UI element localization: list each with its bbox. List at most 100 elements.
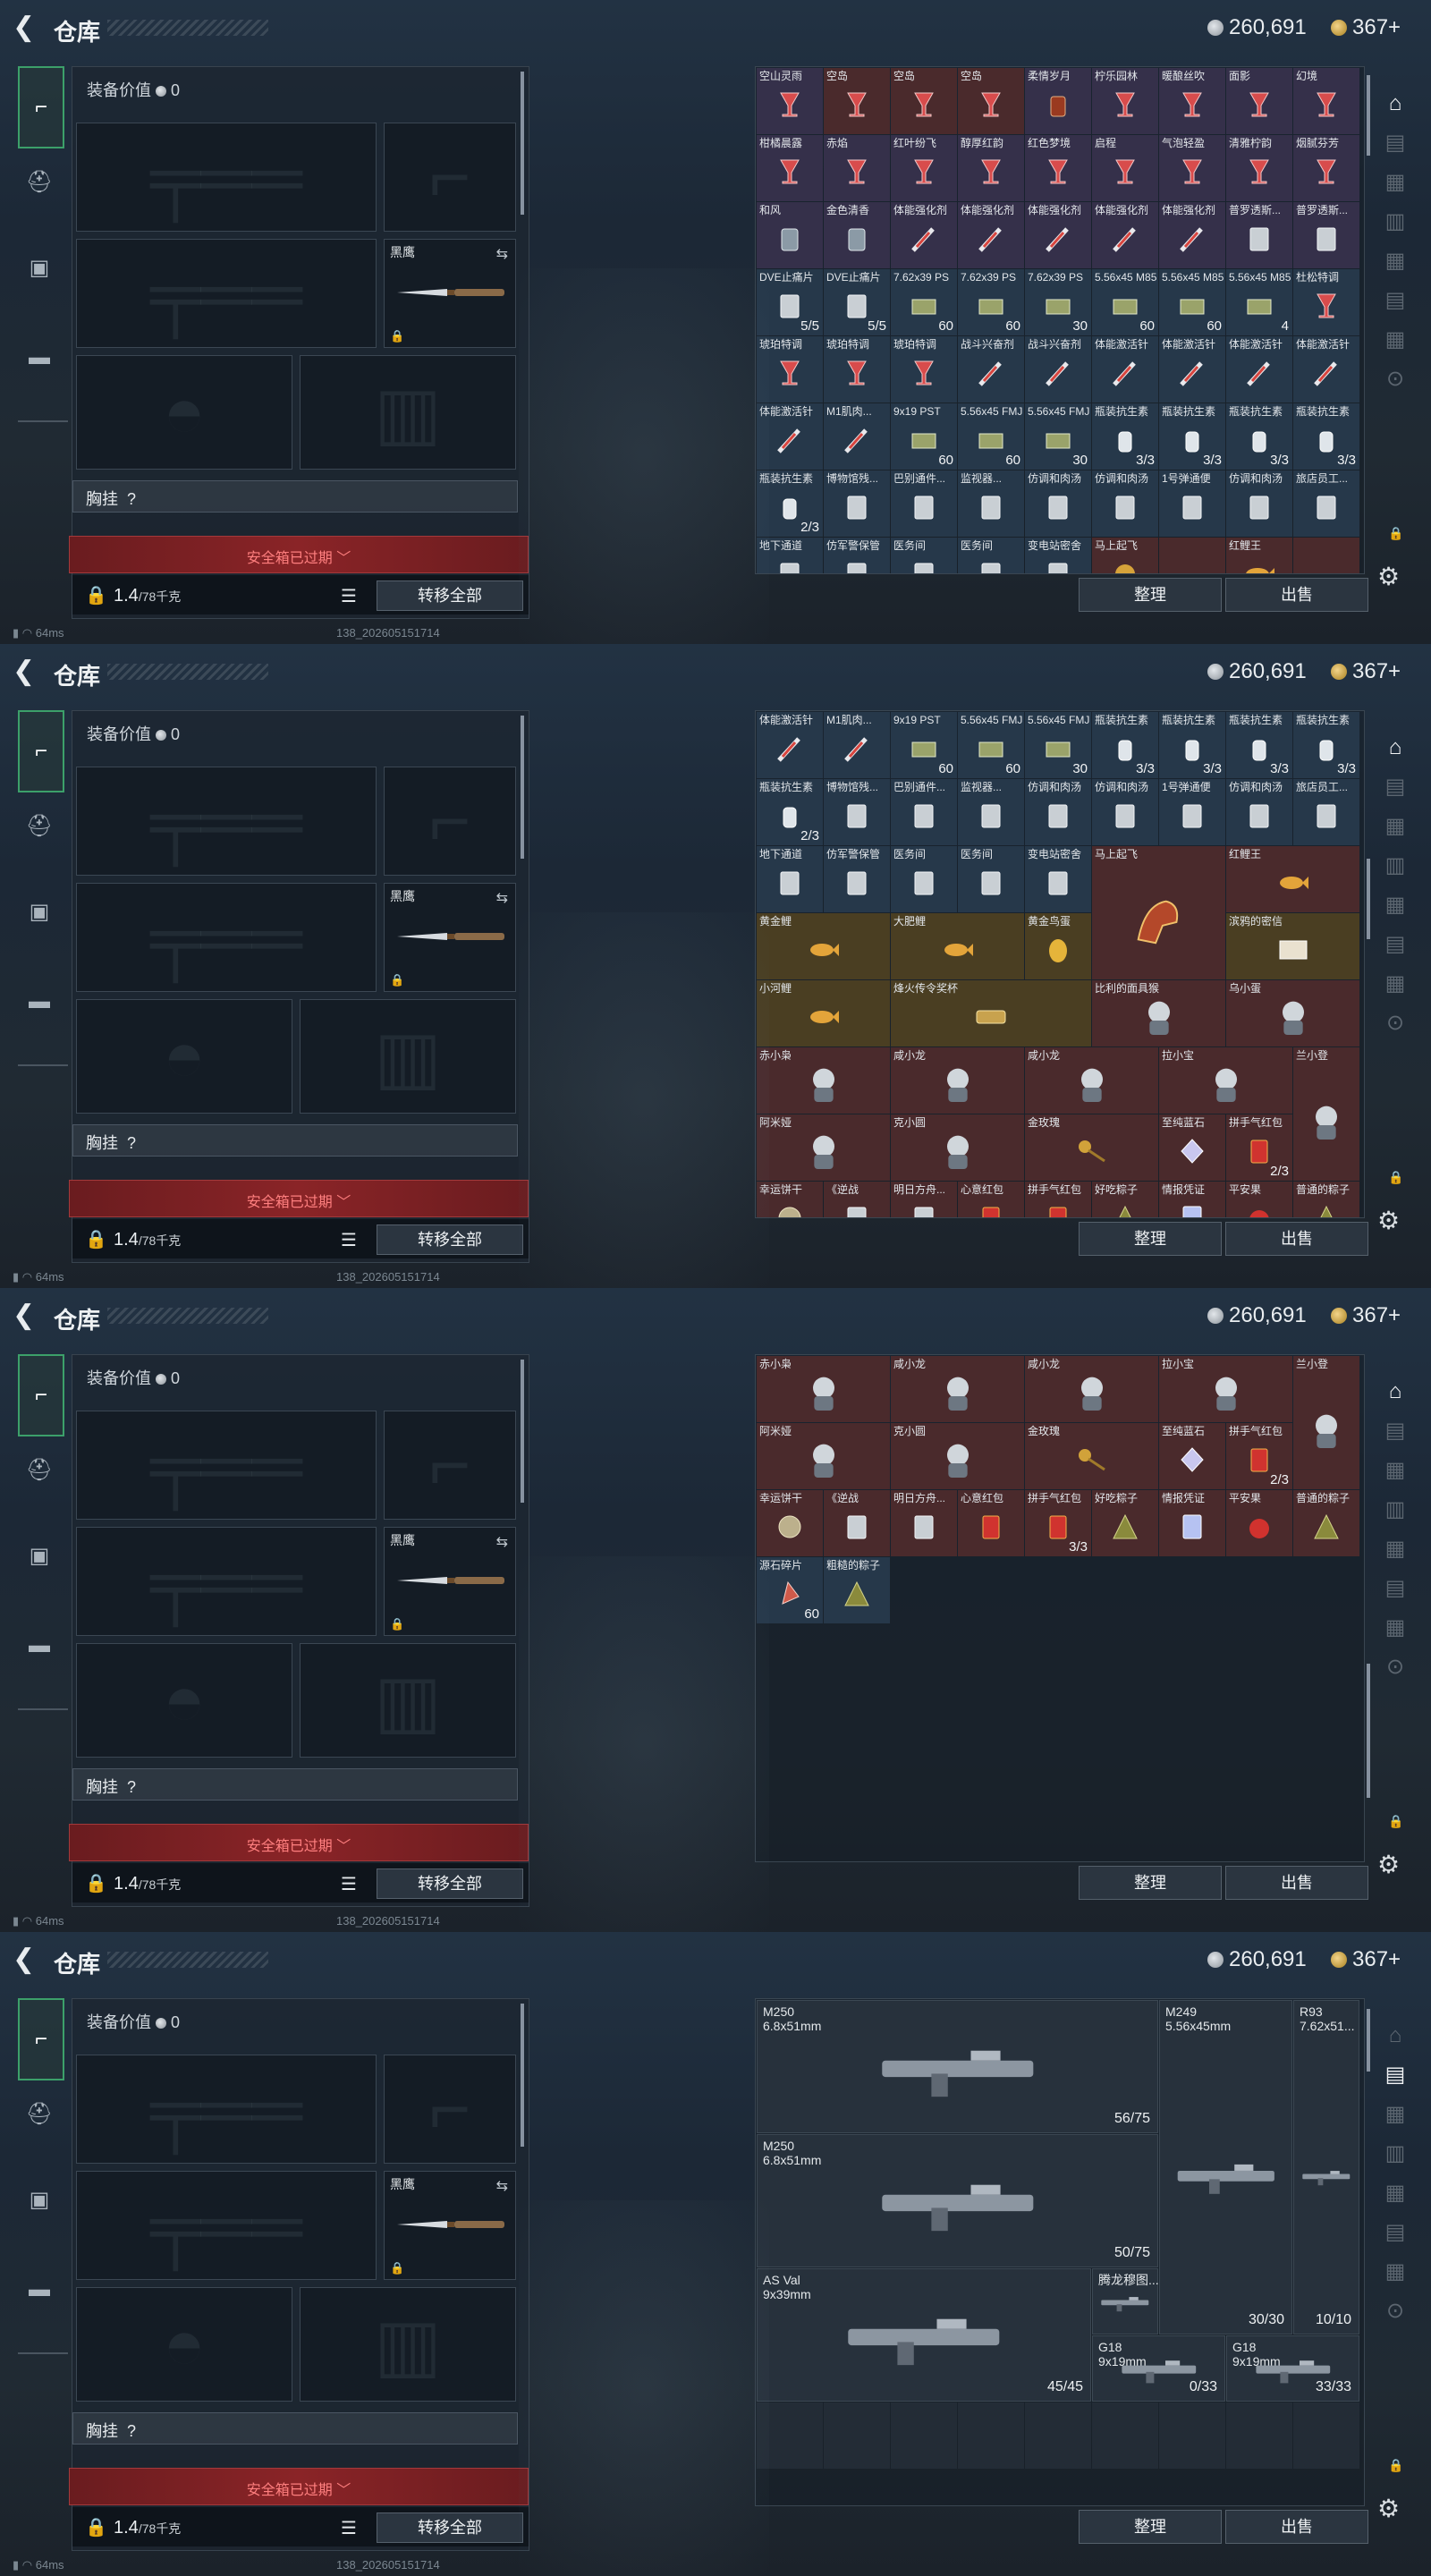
storage-item[interactable]: 杜松特调 xyxy=(1293,269,1359,335)
storage-item[interactable]: 《逆战 xyxy=(824,1490,890,1556)
key-icon[interactable]: ▦ xyxy=(1376,2252,1415,2292)
back-arrow-icon[interactable]: ❮ xyxy=(13,14,41,43)
sort-button[interactable]: 整理 xyxy=(1079,1866,1222,1900)
nav-helmet-icon[interactable]: ⛑ xyxy=(16,159,63,206)
transfer-all-button[interactable]: 转移全部 xyxy=(377,1868,523,1899)
storage-item[interactable]: 马上起飞 xyxy=(1092,846,1225,979)
weapon-rack-icon[interactable]: ▤ xyxy=(1376,1411,1415,1451)
storage-item[interactable]: 体能强化剂 xyxy=(958,202,1024,268)
storage-item[interactable]: 琥珀特调 xyxy=(757,336,823,402)
storage-item[interactable]: 普通的粽子 xyxy=(1293,1490,1359,1556)
storage-item[interactable]: 小河鲤 xyxy=(757,980,890,1046)
storage-item[interactable]: 变电站密舍 xyxy=(1025,846,1091,912)
storage-item[interactable]: 至纯蓝石 xyxy=(1159,1423,1225,1489)
nav-weapons-icon[interactable]: ⌐ xyxy=(18,710,64,792)
storage-item[interactable]: M1肌肉... xyxy=(824,712,890,778)
chest-rig-slot[interactable]: 胸挂 ? xyxy=(72,2412,518,2445)
chest-rig-slot[interactable]: 胸挂 ? xyxy=(72,480,518,513)
storage-item[interactable]: 克小圆 xyxy=(891,1114,1024,1181)
swap-icon[interactable]: ⇆ xyxy=(496,2177,508,2195)
primary-weapon-slot[interactable]: ╤══ xyxy=(76,767,377,876)
key-icon[interactable]: ▦ xyxy=(1376,320,1415,360)
ammo-box-icon[interactable]: ▥ xyxy=(1376,2134,1415,2174)
nav-helmet-icon[interactable]: ⛑ xyxy=(16,2091,63,2138)
gold-currency[interactable]: 367+ xyxy=(1331,15,1401,40)
weapon-rack-icon[interactable]: ▤ xyxy=(1376,767,1415,807)
storage-item[interactable]: 兰小登 xyxy=(1293,1047,1359,1181)
storage-item[interactable]: 空岛 xyxy=(891,68,957,134)
storage-item[interactable]: 源石碎片 60 xyxy=(757,1557,823,1623)
equipment-scrollbar[interactable] xyxy=(521,72,524,215)
gold-currency[interactable]: 367+ xyxy=(1331,659,1401,684)
storage-item[interactable]: 《逆战 xyxy=(824,1182,890,1217)
pistol-slot[interactable]: ⌐ xyxy=(384,123,516,232)
key-icon[interactable]: ▦ xyxy=(1376,964,1415,1004)
storage-item[interactable]: 空岛 xyxy=(824,68,890,134)
warehouse-icon[interactable]: ⌂ xyxy=(1376,728,1415,767)
weapon-item[interactable]: M249 5.56x45mm 30/30 xyxy=(1159,2000,1292,2334)
sell-button[interactable]: 出售 xyxy=(1225,1866,1368,1900)
sort-button[interactable]: 整理 xyxy=(1079,2510,1222,2544)
storage-item[interactable]: 体能激活针 xyxy=(1293,336,1359,402)
ammo-box-icon[interactable]: ▥ xyxy=(1376,846,1415,886)
storage-item[interactable]: 马上起飞 xyxy=(1092,538,1158,573)
storage-item[interactable]: 1号弹通便 xyxy=(1159,779,1225,845)
storage-item[interactable] xyxy=(1159,538,1225,573)
storage-item[interactable]: 地下通道 xyxy=(757,538,823,573)
storage-item[interactable]: 明日方舟... xyxy=(891,1490,957,1556)
storage-item[interactable]: DVE止痛片 5/5 xyxy=(757,269,823,335)
list-icon[interactable]: ☰ xyxy=(341,585,357,607)
equipment-icon[interactable]: ▦ xyxy=(1376,242,1415,281)
storage-item[interactable]: 幸运饼干 xyxy=(757,1182,823,1217)
sort-button[interactable]: 整理 xyxy=(1079,1222,1222,1256)
storage-item[interactable]: 红叶纷飞 xyxy=(891,135,957,201)
storage-item[interactable]: 琥珀特调 xyxy=(824,336,890,402)
weapon-item[interactable]: G18 9x19mm 33/33 xyxy=(1226,2335,1359,2402)
warehouse-icon[interactable]: ⌂ xyxy=(1376,84,1415,123)
storage-item[interactable]: 金色清香 xyxy=(824,202,890,268)
storage-item[interactable]: 赤小枭 xyxy=(757,1047,890,1114)
melee-slot[interactable]: 黑鹰 ⇆ 🔒 xyxy=(384,1527,516,1636)
secondary-weapon-slot[interactable]: ╤══ xyxy=(76,883,377,992)
safebox-expired-banner[interactable]: 安全箱已过期 ﹀ xyxy=(69,536,529,573)
storage-item[interactable]: 仿调和肉汤 xyxy=(1092,470,1158,537)
melee-slot[interactable]: 黑鹰 ⇆ 🔒 xyxy=(384,239,516,348)
storage-item[interactable]: 仿调和肉汤 xyxy=(1226,779,1292,845)
armor-slot[interactable]: ▥ xyxy=(300,2287,516,2402)
storage-item[interactable]: 普通的粽子 xyxy=(1293,1182,1359,1217)
storage-item[interactable]: 赤焰 xyxy=(824,135,890,201)
storage-item[interactable]: 好吃粽子 xyxy=(1092,1490,1158,1556)
storage-item[interactable]: 体能强化剂 xyxy=(891,202,957,268)
storage-item[interactable]: 平安果 xyxy=(1226,1182,1292,1217)
storage-item[interactable]: 柔情岁月 xyxy=(1025,68,1091,134)
gear-icon[interactable]: ⚙ xyxy=(1377,2494,1400,2523)
weapon-item[interactable]: R93 7.62x51... 10/10 xyxy=(1293,2000,1359,2334)
primary-weapon-slot[interactable]: ╤══ xyxy=(76,2055,377,2164)
storage-item[interactable]: 仿调和肉汤 xyxy=(1025,779,1091,845)
storage-item[interactable]: 9x19 PST 60 xyxy=(891,712,957,778)
helmet-slot[interactable]: ◓ xyxy=(76,1643,292,1758)
storage-item[interactable]: 幸运饼干 xyxy=(757,1490,823,1556)
nav-armor-icon[interactable]: ▣ xyxy=(16,245,63,292)
storage-item[interactable]: 拼手气红包 xyxy=(1025,1182,1091,1217)
collectible-icon[interactable]: ▤ xyxy=(1376,925,1415,964)
storage-item[interactable]: 柠乐园林 xyxy=(1092,68,1158,134)
storage-item[interactable]: 黄金鲤 xyxy=(757,913,890,979)
storage-item[interactable]: 空岛 xyxy=(958,68,1024,134)
storage-item[interactable]: 阿米娅 xyxy=(757,1114,890,1181)
storage-item[interactable]: 5.56x45 FMJ 30 xyxy=(1025,712,1091,778)
armor-slot[interactable]: ▥ xyxy=(300,355,516,470)
storage-item[interactable]: 7.62x39 PS 60 xyxy=(958,269,1024,335)
storage-item[interactable]: 体能强化剂 xyxy=(1092,202,1158,268)
list-icon[interactable]: ☰ xyxy=(341,1873,357,1895)
storage-item[interactable]: 黄金鸟蛋 xyxy=(1025,913,1091,979)
weapon-item[interactable]: M250 6.8x51mm 56/75 xyxy=(757,2000,1158,2133)
storage-item[interactable]: 9x19 PST 60 xyxy=(891,403,957,470)
storage-item[interactable]: 兰小登 xyxy=(1293,1356,1359,1489)
weapon-rack-icon[interactable]: ▤ xyxy=(1376,2055,1415,2095)
storage-item[interactable]: 5.56x45 M855 60 xyxy=(1092,269,1158,335)
gear-icon[interactable]: ⚙ xyxy=(1377,562,1400,591)
equipment-icon[interactable]: ▦ xyxy=(1376,886,1415,925)
storage-item[interactable]: 博物馆残... xyxy=(824,779,890,845)
storage-item[interactable]: 普罗透斯... xyxy=(1293,202,1359,268)
